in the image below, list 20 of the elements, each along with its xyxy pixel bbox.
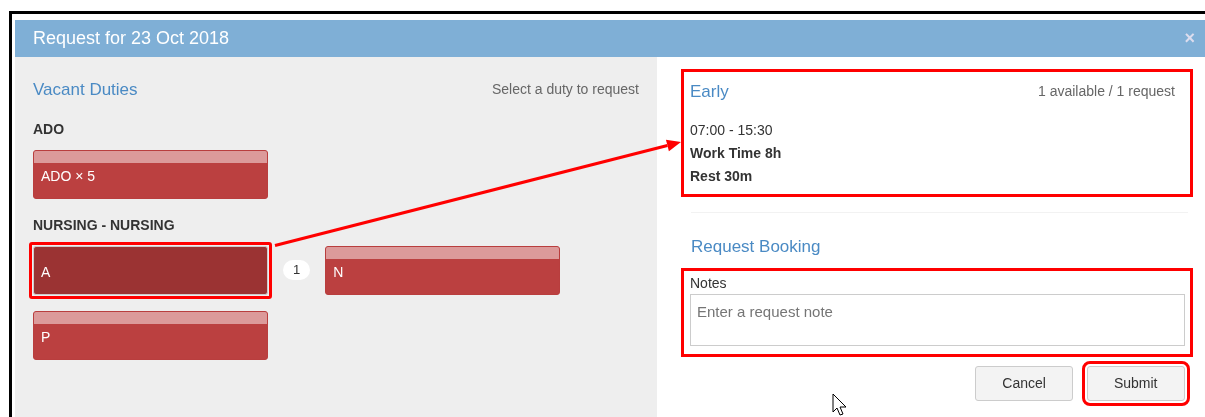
detail-line: Work Time 8h [690,143,783,163]
duty-button[interactable]: P [33,310,268,360]
duty-button[interactable]: N [325,245,561,295]
notes-field[interactable]: Enter a request note [690,294,1185,346]
section-title: Vacant Duties [33,79,138,101]
count-badge: 1 [283,260,311,280]
hint-text: Select a duty to request [491,80,639,100]
section-title: Request Booking [691,235,822,258]
detail-line: 07:00 - 15:30 [690,120,774,140]
group-heading: ADO [33,119,66,139]
duty-button[interactable]: A [33,245,268,295]
duty-button[interactable]: ADO × 5 [33,149,268,199]
duty-name: Early [690,81,729,103]
detail-line: Rest 30m [690,166,754,186]
availability-text: 1 available / 1 request [1038,82,1175,102]
group-heading: NURSING - NURSING [33,215,176,235]
cursor-icon [832,393,848,417]
field-label: Notes [690,274,728,293]
dialog-button[interactable]: Cancel [975,366,1073,401]
dialog-title: Request for 23 Oct 2018 [33,27,230,50]
